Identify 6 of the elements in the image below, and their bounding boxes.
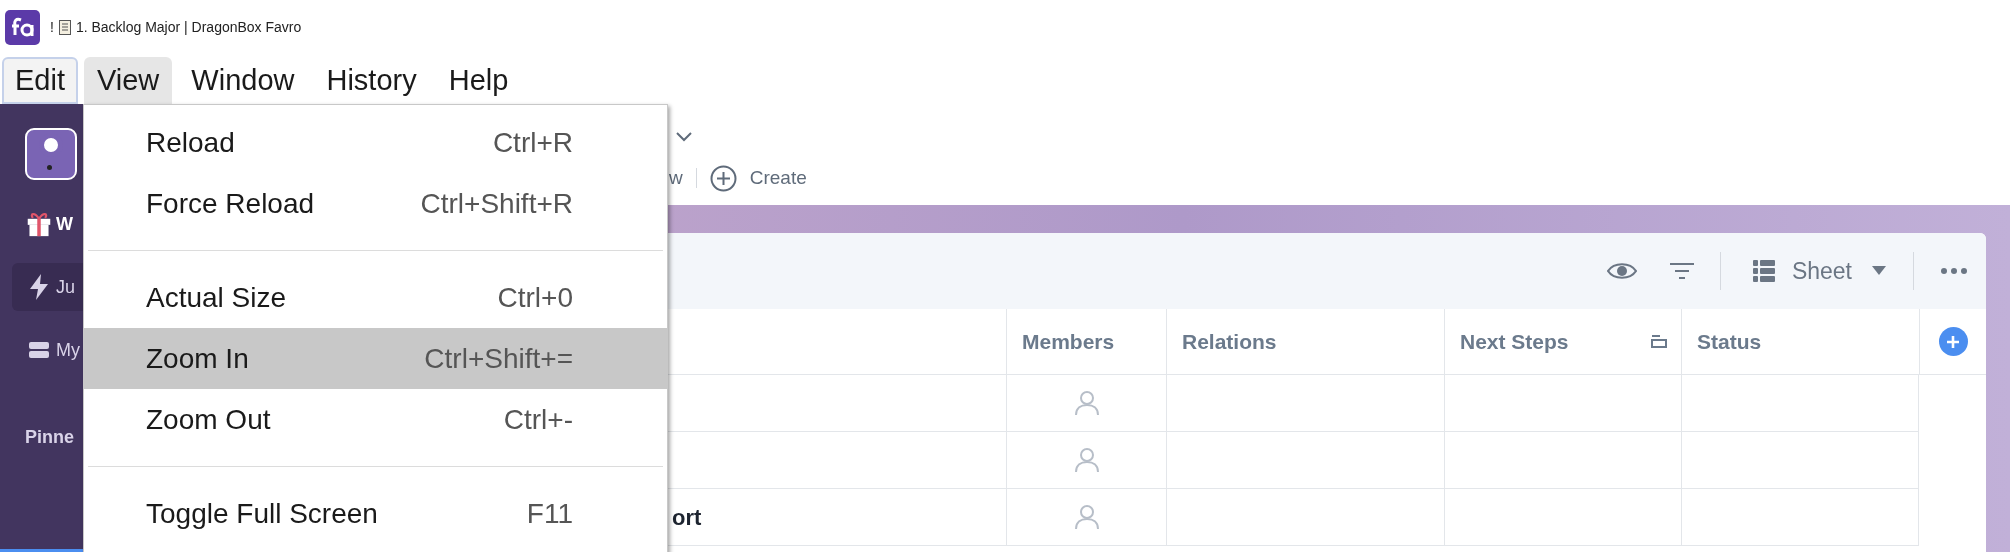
sidebar-label: W [56, 212, 73, 236]
window-title: 1. Backlog Major | DragonBox Favro [75, 17, 302, 37]
section-heading: Pinne [25, 426, 75, 449]
sidebar-label: My [56, 338, 80, 362]
sidebar-label: Ju [56, 275, 75, 299]
alert-mark: ! [50, 17, 54, 37]
